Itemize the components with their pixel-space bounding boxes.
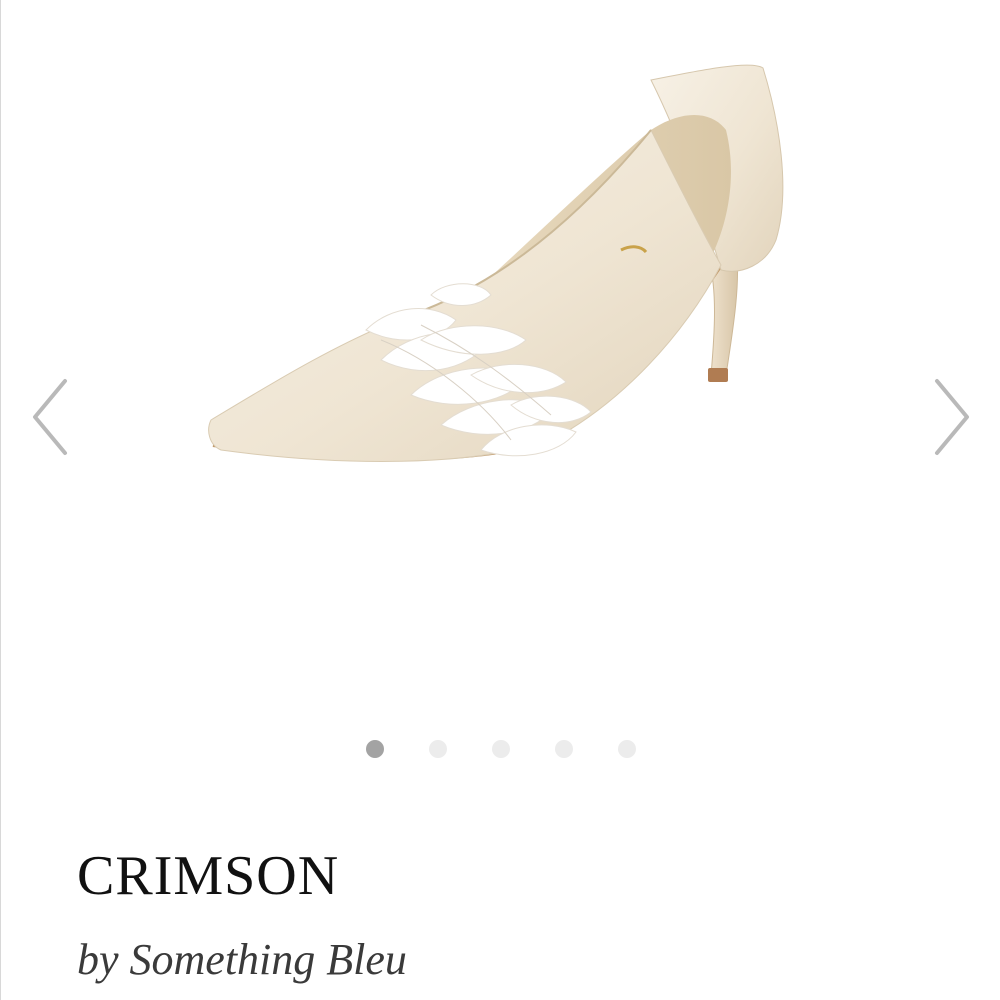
product-page: CRIMSON by Something Bleu <box>0 0 1000 1000</box>
carousel-pagination <box>1 740 1000 760</box>
product-title: CRIMSON <box>77 845 340 907</box>
carousel-dot-5[interactable] <box>618 740 636 758</box>
chevron-right-icon <box>935 379 969 455</box>
product-image <box>208 64 784 462</box>
carousel-dot-4[interactable] <box>555 740 573 758</box>
product-brand-byline: by Something Bleu <box>77 935 407 984</box>
next-image-button[interactable] <box>931 375 975 459</box>
carousel-dot-2[interactable] <box>429 740 447 758</box>
carousel-dot-3[interactable] <box>492 740 510 758</box>
product-image-carousel[interactable] <box>1 0 1000 790</box>
chevron-left-icon <box>33 379 67 455</box>
carousel-dot-1[interactable] <box>366 740 384 758</box>
previous-image-button[interactable] <box>27 375 71 459</box>
